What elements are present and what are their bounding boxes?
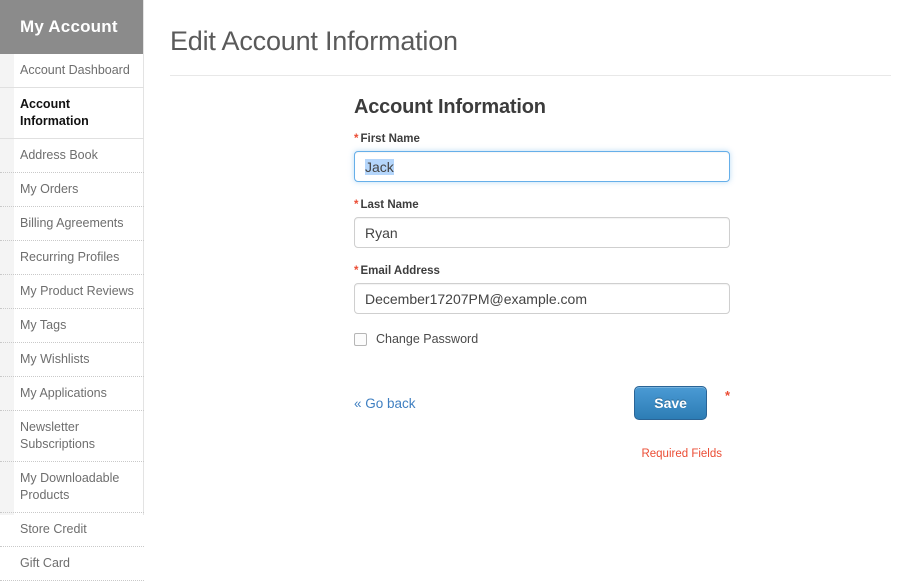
email-field-group: * Email Address <box>354 265 730 314</box>
email-label: * Email Address <box>354 265 730 277</box>
save-area: Save * <box>634 386 730 420</box>
required-asterisk-icon: * <box>354 133 359 145</box>
sidebar-header-title: My Account <box>0 0 144 54</box>
email-label-text: Email Address <box>360 265 440 277</box>
account-information-form: Account Information *First Name *Last Na… <box>354 76 730 460</box>
sidebar-item-my-downloadable-products[interactable]: My Downloadable Products <box>0 462 144 513</box>
sidebar-item-my-tags[interactable]: My Tags <box>0 309 144 343</box>
sidebar-item-newsletter-subscriptions[interactable]: Newsletter Subscriptions <box>0 411 144 462</box>
change-password-checkbox[interactable] <box>354 332 367 346</box>
last-name-label: * Last Name <box>354 199 730 211</box>
last-name-field-group: * Last Name <box>354 199 730 248</box>
sidebar-item-recurring-profiles[interactable]: Recurring Profiles <box>0 241 144 275</box>
save-button[interactable]: Save <box>634 386 707 420</box>
sidebar-item-account-dashboard[interactable]: Account Dashboard <box>0 54 144 88</box>
page-title: Edit Account Information <box>170 26 458 56</box>
sidebar-item-address-book[interactable]: Address Book <box>0 139 144 173</box>
sidebar-item-my-wishlists[interactable]: My Wishlists <box>0 343 144 377</box>
email-input[interactable] <box>354 283 730 314</box>
trailing-required-asterisk-icon: * <box>724 388 730 403</box>
change-password-label[interactable]: Change Password <box>376 332 478 346</box>
first-name-field-group: * First Name <box>354 133 730 182</box>
required-asterisk-icon: * <box>354 199 359 211</box>
sidebar-item-my-orders[interactable]: My Orders <box>0 173 144 207</box>
first-name-input[interactable] <box>354 151 730 182</box>
section-title: Account Information <box>354 96 546 118</box>
sidebar-item-account-information[interactable]: Account Information <box>0 88 144 139</box>
sidebar-item-store-credit[interactable]: Store Credit <box>0 513 144 547</box>
my-account-sidebar: My Account Account Dashboard Account Info… <box>0 0 144 581</box>
sidebar-nav-list: Account Dashboard Account Information Addr… <box>0 54 144 581</box>
sidebar-item-my-applications[interactable]: My Applications <box>0 377 144 411</box>
go-back-link[interactable]: « Go back <box>354 396 416 411</box>
last-name-input[interactable] <box>354 217 730 248</box>
first-name-label-text: First Name <box>360 133 420 145</box>
form-actions: « Go back Save * <box>354 386 730 420</box>
first-name-label: * First Name <box>354 133 730 145</box>
sidebar-item-billing-agreements[interactable]: Billing Agreements <box>0 207 144 241</box>
last-name-label-text: Last Name <box>360 199 419 211</box>
change-password-row[interactable]: Change Password <box>354 332 730 346</box>
required-asterisk-icon: * <box>354 265 359 277</box>
required-fields-note: Required Fields <box>641 448 722 460</box>
main-content: Edit Account Information Account Informa… <box>144 0 917 515</box>
sidebar-item-gift-card[interactable]: Gift Card <box>0 547 144 581</box>
sidebar-item-my-product-reviews[interactable]: My Product Reviews <box>0 275 144 309</box>
account-information-page: My Account Account Dashboard Account Info… <box>0 0 917 581</box>
